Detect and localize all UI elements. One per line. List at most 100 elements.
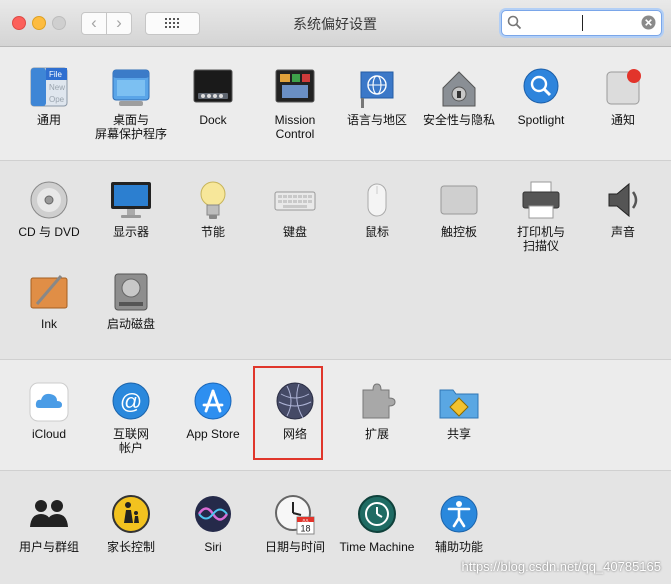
pref-label: 启动磁盘 [106,317,155,331]
pref-label: Mission Control [274,113,316,141]
ink-icon [27,270,71,314]
general-icon: File New Ope [27,66,71,110]
users-groups-icon [27,493,71,537]
energy-saver-icon [191,178,235,222]
sharing-icon [437,380,481,424]
pref-displays[interactable]: 显示器 [90,178,172,239]
time-machine-icon [355,493,399,537]
minimize-window-button[interactable] [32,16,46,30]
pref-trackpad[interactable]: 触控板 [418,178,500,239]
pref-sharing[interactable]: 共享 [418,380,500,441]
pref-label: App Store [186,427,240,441]
sound-icon [601,178,645,222]
internet-section: iCloud @ 互联网 帐户 App Store 网络 扩展 共享 [0,359,671,470]
date-time-icon: JUL 18 [273,493,317,537]
pref-label: 日期与时间 [264,540,325,554]
pref-label: 安全性与隐私 [422,113,495,127]
pref-label: Ink [40,317,57,331]
icloud-icon [27,380,71,424]
personal-section: File New Ope 通用 桌面与 屏幕保护程序 Dock Mission … [0,47,671,159]
pref-label: 节能 [200,225,225,239]
pref-energy-saver[interactable]: 节能 [172,178,254,239]
pref-accessibility[interactable]: 辅助功能 [418,493,500,554]
pref-sound[interactable]: 声音 [582,178,664,239]
window-title: 系统偏好设置 [293,16,377,32]
dock-icon [191,66,235,110]
startup-disk-icon [109,270,153,314]
pref-label: 显示器 [112,225,149,239]
pref-security-privacy[interactable]: 安全性与隐私 [418,66,500,127]
search-input[interactable] [526,13,640,33]
pref-label: 用户与群组 [18,540,79,554]
pref-notifications[interactable]: 通知 [582,66,664,127]
zoom-window-button[interactable] [52,16,66,30]
pref-startup-disk[interactable]: 启动磁盘 [90,270,172,331]
pref-general[interactable]: File New Ope 通用 [8,66,90,127]
pref-desktop-screensaver[interactable]: 桌面与 屏幕保护程序 [90,66,172,141]
displays-icon [109,178,153,222]
forward-button[interactable]: › [106,12,132,35]
pref-dock[interactable]: Dock [172,66,254,127]
pref-icloud[interactable]: iCloud [8,380,90,441]
watermark: https://blog.csdn.net/qq_40785165 [461,559,662,574]
pref-parental-controls[interactable]: 家长控制 [90,493,172,554]
mission-control-icon [273,66,317,110]
extensions-icon [355,380,399,424]
pref-label: 通知 [610,113,635,127]
pref-label: 互联网 帐户 [112,427,149,455]
network-highlight-box [253,366,323,460]
pref-printers-scanners[interactable]: 打印机与 扫描仪 [500,178,582,253]
pref-label: CD 与 DVD [18,225,80,239]
desktop-screensaver-icon [109,66,153,110]
back-button[interactable]: ‹ [81,12,107,35]
search-field[interactable] [501,10,662,36]
accessibility-icon [437,493,481,537]
keyboard-icon [273,178,317,222]
title-bar: ‹ › 系统偏好设置 [0,0,671,47]
pref-label: 辅助功能 [434,540,483,554]
search-icon [507,15,522,30]
mouse-icon [355,178,399,222]
close-window-button[interactable] [12,16,26,30]
chevron-right-icon: › [116,13,122,32]
trackpad-icon [437,178,481,222]
pref-siri[interactable]: Siri [172,493,254,554]
pref-app-store[interactable]: App Store [172,380,254,441]
pref-mouse[interactable]: 鼠标 [336,178,418,239]
pref-label: Siri [204,540,222,554]
pref-mission-control[interactable]: Mission Control [254,66,336,141]
pref-label: 语言与地区 [346,113,407,127]
security-privacy-icon [437,66,481,110]
pref-label: iCloud [31,427,67,441]
grid-icon [165,18,179,28]
pref-language-region[interactable]: 语言与地区 [336,66,418,127]
pref-ink[interactable]: Ink [8,270,90,331]
pref-label: 触控板 [440,225,477,239]
spotlight-icon [519,66,563,110]
show-all-button[interactable] [145,12,200,35]
pref-spotlight[interactable]: Spotlight [500,66,582,127]
pref-label: Dock [199,113,227,127]
app-store-icon [191,380,235,424]
calendar-month: JUL [302,518,310,523]
pref-date-time[interactable]: JUL 18 日期与时间 [254,493,336,554]
language-region-icon [355,66,399,110]
pref-time-machine[interactable]: Time Machine [336,493,418,554]
pref-label: 共享 [446,427,471,441]
pref-users-groups[interactable]: 用户与群组 [8,493,90,554]
file-label: File [49,70,62,79]
pref-label: 打印机与 扫描仪 [516,225,565,253]
pref-label: 通用 [36,113,61,127]
pref-keyboard[interactable]: 键盘 [254,178,336,239]
pref-internet-accounts[interactable]: @ 互联网 帐户 [90,380,172,455]
pref-label: 键盘 [282,225,307,239]
printers-scanners-icon [519,178,563,222]
ope-label: Ope [49,95,65,104]
pref-label: Time Machine [339,540,415,554]
system-preferences-window: ‹ › 系统偏好设置 File New Ope 通用 桌面与 屏幕保护程序 Do… [0,0,671,584]
siri-icon [191,493,235,537]
pref-cd-dvd[interactable]: CD 与 DVD [8,178,90,239]
pref-label: 扩展 [364,427,389,441]
clear-search-icon[interactable] [641,15,656,30]
pref-extensions[interactable]: 扩展 [336,380,418,441]
